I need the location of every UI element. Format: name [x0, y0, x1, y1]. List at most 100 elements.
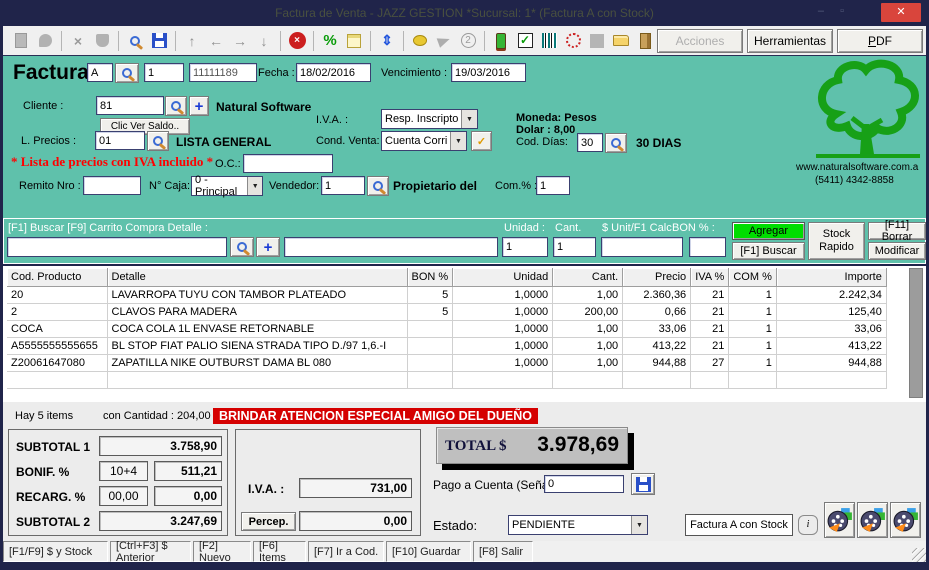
media-button-3[interactable] — [890, 502, 921, 538]
stock-rapido-button[interactable]: Stock Rapido — [808, 222, 865, 260]
invoice-number-field[interactable] — [189, 63, 257, 82]
f11-borrar-button[interactable]: [F11] Borrar — [868, 222, 926, 240]
table-row[interactable]: Z20061647080ZAPATILLA NIKE OUTBURST DAMA… — [7, 354, 886, 371]
vendedor-search-button[interactable] — [367, 176, 389, 196]
barcode-icon[interactable] — [538, 30, 560, 52]
table-row[interactable]: 20LAVARROPA TUYU CON TAMBOR PLATEADO51,0… — [7, 286, 886, 303]
cant-input[interactable] — [553, 237, 596, 257]
arrow-down-icon[interactable]: ↓ — [253, 30, 275, 52]
ink-blob-icon[interactable] — [34, 30, 56, 52]
percent-icon[interactable]: % — [319, 30, 341, 52]
chevron-down-icon[interactable]: ▼ — [461, 110, 477, 128]
cond-venta-combo[interactable]: Cuenta Corri ▼ — [381, 131, 467, 151]
resize-vertical-icon[interactable]: ⇕ — [376, 30, 398, 52]
iva-combo[interactable]: Resp. Inscripto ▼ — [381, 109, 478, 129]
arrow-up-icon[interactable]: ↑ — [181, 30, 203, 52]
col-detalle[interactable]: Detalle — [107, 268, 407, 286]
col-com[interactable]: COM % — [729, 268, 777, 286]
chevron-down-icon[interactable]: ▼ — [631, 516, 647, 534]
table-row[interactable]: COCACOCA COLA 1L ENVASE RETORNABLE1,0000… — [7, 320, 886, 337]
agregar-button[interactable]: Agregar — [732, 222, 805, 240]
fecha-field[interactable] — [296, 63, 371, 82]
f1-buscar-button[interactable]: [F1] Buscar — [732, 242, 805, 260]
vencimiento-field[interactable] — [451, 63, 526, 82]
caja-combo[interactable]: 0 - Principal ▼ — [191, 176, 263, 196]
cell: 2.242,34 — [776, 286, 886, 303]
cond-venta-value: Cuenta Corri — [385, 135, 447, 147]
resize-grip-icon[interactable] — [912, 548, 926, 562]
new-doc-icon[interactable] — [10, 30, 32, 52]
branch-field[interactable] — [144, 63, 184, 82]
col-cod-producto[interactable]: Cod. Producto — [7, 268, 107, 286]
percep-button[interactable]: Percep. — [241, 512, 296, 531]
pago-field[interactable] — [544, 475, 624, 493]
cancel-icon[interactable]: × — [286, 30, 308, 52]
product-add-button[interactable]: + — [256, 237, 280, 257]
chevron-down-icon[interactable]: ▼ — [247, 177, 262, 195]
com-field[interactable] — [536, 176, 570, 195]
vendedor-field[interactable] — [321, 176, 365, 195]
tipo-factura-box[interactable]: Factura A con Stock — [685, 514, 793, 536]
herramientas-button[interactable]: Herramientas — [747, 29, 833, 53]
cod-dias-field[interactable] — [577, 133, 603, 152]
total-panel: TOTAL $ 3.978,69 — [436, 427, 628, 464]
folder-icon[interactable] — [610, 30, 632, 52]
table-row[interactable]: 2CLAVOS PARA MADERA51,0000200,000,662111… — [7, 303, 886, 320]
battery-icon[interactable] — [490, 30, 512, 52]
estado-combo[interactable]: PENDIENTE ▼ — [508, 515, 648, 535]
cliente-add-button[interactable]: + — [189, 96, 209, 116]
lprecios-search-button[interactable] — [147, 131, 169, 151]
coin-icon[interactable] — [409, 30, 431, 52]
product-search-button[interactable] — [230, 237, 254, 257]
unidad-input[interactable] — [502, 237, 548, 257]
product-code-input[interactable] — [7, 237, 227, 257]
bon-input[interactable] — [689, 237, 726, 257]
info-icon[interactable]: i — [798, 515, 818, 535]
stamp-icon[interactable] — [91, 30, 113, 52]
invoice-letter-search-button[interactable] — [115, 63, 139, 83]
media-button-1[interactable] — [824, 502, 855, 538]
exit-door-icon[interactable] — [634, 30, 656, 52]
col-precio[interactable]: Precio — [623, 268, 691, 286]
maximize-button[interactable]: ▫ — [840, 5, 844, 17]
table-row[interactable]: A5555555555655BL STOP FIAT PALIO SIENA S… — [7, 337, 886, 354]
arrow-left-icon[interactable]: ← — [205, 30, 227, 52]
modificar-button[interactable]: Modificar — [868, 242, 926, 260]
table-scrollbar[interactable] — [909, 268, 923, 398]
unit-price-input[interactable] — [601, 237, 683, 257]
col-iva[interactable]: IVA % — [691, 268, 729, 286]
lprecios-field[interactable] — [95, 131, 145, 150]
arrow-right-icon[interactable]: → — [229, 30, 251, 52]
remito-field[interactable] — [83, 176, 141, 195]
media-button-2[interactable] — [857, 502, 888, 538]
step-two-icon[interactable]: 2 — [457, 30, 479, 52]
checkbox-icon[interactable]: ✓ — [514, 30, 536, 52]
col-bon[interactable]: BON % — [407, 268, 453, 286]
plane-icon[interactable] — [433, 30, 455, 52]
invoice-letter-field[interactable] — [87, 63, 113, 82]
oc-field[interactable] — [243, 154, 333, 173]
pdf-button[interactable]: PDF — [837, 29, 923, 53]
product-detail-input[interactable] — [284, 237, 498, 257]
col-importe[interactable]: Importe — [776, 268, 886, 286]
save-pago-button[interactable] — [631, 473, 655, 495]
cell: 1,0000 — [453, 320, 553, 337]
col-unidad[interactable]: Unidad — [453, 268, 553, 286]
recarg-pct-field[interactable]: 00,00 — [99, 486, 148, 506]
delete-icon[interactable]: × — [67, 30, 89, 52]
dotted-circle-icon[interactable] — [562, 30, 584, 52]
col-cant[interactable]: Cant. — [553, 268, 623, 286]
save-icon[interactable] — [148, 30, 170, 52]
cod-dias-search-button[interactable] — [605, 133, 627, 153]
close-button[interactable]: ✕ — [881, 3, 921, 22]
checklist-icon[interactable]: ✓ — [471, 131, 492, 151]
search-icon[interactable] — [124, 30, 146, 52]
gray-square-icon[interactable] — [586, 30, 608, 52]
cliente-code-field[interactable] — [96, 96, 164, 115]
notepad-icon[interactable] — [343, 30, 365, 52]
minimize-button[interactable]: – — [818, 5, 824, 17]
cliente-search-button[interactable] — [165, 96, 187, 116]
bonif-pct-field[interactable]: 10+4 — [99, 461, 148, 481]
chevron-down-icon[interactable]: ▼ — [450, 132, 466, 150]
acciones-button[interactable]: Acciones — [657, 29, 743, 53]
